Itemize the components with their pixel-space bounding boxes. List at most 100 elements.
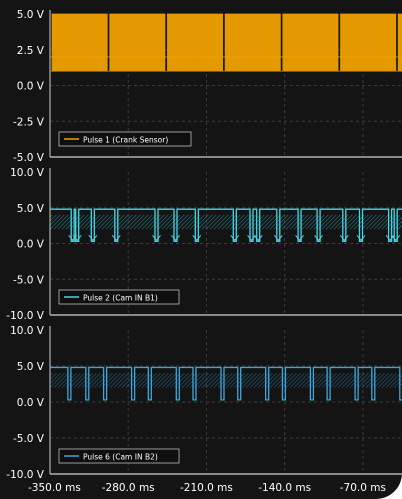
- hatch-line: [141, 214, 157, 230]
- hatch-line: [273, 372, 289, 388]
- hatch-line: [353, 214, 369, 230]
- hatch-line: [221, 214, 237, 230]
- edge-marker: [111, 235, 121, 242]
- hatch-line: [357, 372, 373, 388]
- edge-marker: [295, 235, 304, 242]
- hatch-line: [201, 372, 217, 388]
- y-tick-label: -10.0 V: [6, 469, 45, 481]
- edge-marker: [230, 235, 240, 242]
- hatch-line: [313, 214, 329, 230]
- panel-3: 10.0 V 5.0 V 0.0 V -5.0 V -10.0 V Pulse 6 (Ca…: [6, 325, 402, 481]
- hatch-line: [97, 372, 113, 388]
- hatch-line: [229, 214, 245, 230]
- hatch-line: [241, 372, 257, 388]
- hatch-line: [173, 214, 189, 230]
- hatch-line: [109, 372, 125, 388]
- hatch-line: [321, 214, 337, 230]
- hatch-line: [133, 372, 149, 388]
- hatch-line: [153, 372, 169, 388]
- waveform-group: [30, 208, 402, 243]
- y-tick-label: -10.0 V: [6, 310, 45, 322]
- hatch-line: [69, 214, 85, 230]
- hatch-line: [377, 372, 393, 388]
- y-tick-label: 10.0 V: [10, 167, 45, 179]
- edge-marker: [391, 235, 401, 242]
- hatch-line: [281, 372, 297, 388]
- hatch-line: [30, 215, 44, 229]
- y-tick-label: 10.0 V: [10, 325, 45, 337]
- edge-marker: [88, 235, 98, 242]
- hatch-line: [97, 214, 113, 230]
- hatch-line: [34, 215, 48, 229]
- hatch-line: [377, 214, 393, 230]
- hatch-line: [50, 372, 65, 388]
- hatch-line: [361, 214, 377, 230]
- waveform-group: [50, 366, 402, 401]
- y-tick-label: -5.0 V: [13, 433, 45, 445]
- hatch-line: [365, 372, 381, 388]
- hatch-line: [50, 372, 57, 381]
- hatch-line: [53, 214, 69, 230]
- hatch-line: [93, 214, 109, 230]
- hatch-line: [77, 214, 93, 230]
- hatch-line: [325, 214, 341, 230]
- hatch-line: [301, 214, 317, 230]
- hatch-line: [201, 214, 217, 230]
- y-tick-label: -5.0 V: [13, 152, 45, 164]
- hatch-line: [89, 372, 105, 388]
- hatch-line: [177, 372, 193, 388]
- hatch-line: [69, 372, 85, 388]
- panel-1: 5.0 V 2.5 V 0.0 V -2.5 V -5.0 V Pulse 1 (Cran…: [13, 9, 402, 164]
- hatch-line: [345, 214, 361, 230]
- hatch-line: [329, 372, 345, 388]
- hatch-line: [57, 372, 73, 388]
- hatch-line: [313, 372, 329, 388]
- hatch-line: [353, 372, 369, 388]
- hatch-line: [217, 214, 233, 230]
- hatch-line: [153, 214, 169, 230]
- crank-waveform: [50, 13, 402, 72]
- hatch-line: [349, 372, 365, 388]
- hatch-line: [177, 214, 193, 230]
- hatch-line: [165, 372, 181, 388]
- hatch-line: [157, 372, 173, 388]
- hatch-line: [249, 372, 265, 388]
- y-tick-label: 5.0 V: [17, 361, 45, 373]
- hatch-line: [293, 372, 309, 388]
- hatch-line: [113, 214, 129, 230]
- hatch-line: [113, 372, 129, 388]
- hatch-line: [169, 372, 185, 388]
- hatch-line: [50, 214, 57, 222]
- edge-marker: [273, 235, 283, 242]
- hatch-line: [273, 214, 289, 230]
- hatch-line: [137, 214, 153, 230]
- edge-marker: [171, 235, 180, 242]
- hatch-line: [381, 372, 397, 388]
- hatch-line: [57, 214, 73, 230]
- hatch-line: [197, 214, 213, 230]
- hatch-line: [85, 214, 101, 230]
- waveform-group: [50, 13, 402, 72]
- hatch-line: [305, 214, 321, 230]
- hatch-line: [373, 372, 389, 388]
- hatch-line: [373, 214, 389, 230]
- hatch-line: [245, 372, 261, 388]
- hatch-line: [89, 214, 105, 230]
- edge-marker: [339, 235, 349, 242]
- hatch-line: [209, 214, 225, 230]
- y-tick-label: 0.0 V: [17, 239, 45, 251]
- hatch-line: [341, 372, 357, 388]
- y-tick-label: 5.0 V: [17, 9, 45, 21]
- hatch-line: [189, 372, 205, 388]
- hatch-line: [137, 372, 153, 388]
- hatch-line: [369, 214, 385, 230]
- y-tick-label: 2.5 V: [17, 45, 45, 57]
- x-tick-label: -70.0 ms: [340, 482, 386, 494]
- edge-marker: [253, 235, 263, 242]
- hatch-line: [50, 372, 61, 385]
- hatch-line: [129, 214, 145, 230]
- hatch-line: [50, 214, 65, 230]
- hatch-line: [261, 214, 277, 230]
- hatch-line: [217, 372, 233, 388]
- hatch-line: [265, 214, 281, 230]
